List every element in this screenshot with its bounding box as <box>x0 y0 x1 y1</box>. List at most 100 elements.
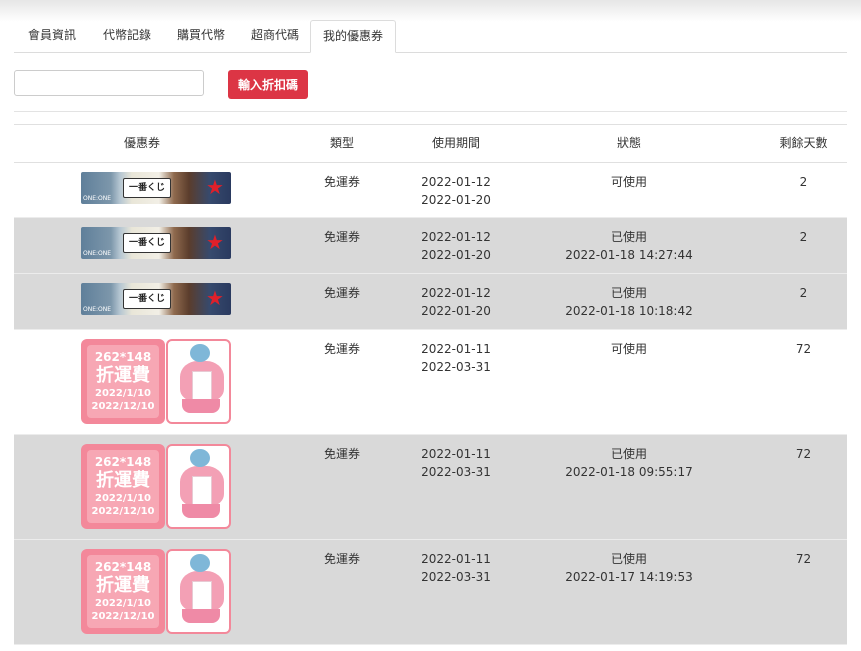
tab-bar: 會員資訊 代幣記錄 購買代幣 超商代碼 我的優惠券 <box>14 20 847 53</box>
used-at: 2022-01-18 14:27:44 <box>565 248 693 262</box>
tab-token-records[interactable]: 代幣記錄 <box>90 20 164 51</box>
coupon-cell: ONE:ONE 一番くじ ★ <box>14 218 270 273</box>
type-cell: 免運券 <box>323 342 360 356</box>
figure-image <box>166 444 231 529</box>
header-period: 使用期間 <box>431 136 480 150</box>
period-cell: 2022-01-12 2022-01-20 <box>414 284 498 320</box>
days-left-cell: 72 <box>795 342 812 356</box>
coupon-cell: ONE:ONE 一番くじ ★ <box>14 163 270 217</box>
period-start: 2022-01-12 <box>421 230 491 244</box>
type-cell: 免運券 <box>323 286 360 300</box>
tab-member-info[interactable]: 會員資訊 <box>14 20 90 51</box>
status-text: 可使用 <box>610 175 647 189</box>
coupon-banner-brand: ONE:ONE <box>83 250 112 257</box>
period-start: 2022-01-11 <box>421 552 491 566</box>
top-shadow <box>0 0 861 22</box>
coupon-shipping-image: 262*148 折運費 2022/1/10 2022/12/10 <box>81 444 165 529</box>
coupon-banner-image: ONE:ONE 一番くじ ★ <box>81 283 231 315</box>
period-cell: 2022-01-12 2022-01-20 <box>414 228 498 264</box>
table-row: ONE:ONE 一番くじ ★ 免運券 2022-01-12 2022-01-20 已使用 20… <box>14 274 847 330</box>
period-cell: 2022-01-11 2022-03-31 <box>414 550 498 586</box>
coupon-banner-brand: ONE:ONE <box>83 306 112 313</box>
type-cell: 免運券 <box>323 230 360 244</box>
status-text: 可使用 <box>610 342 647 356</box>
period-end: 2022-01-20 <box>421 304 491 318</box>
status-text: 已使用 <box>610 286 647 300</box>
figure-image <box>166 339 231 424</box>
period-end: 2022-03-31 <box>421 570 491 584</box>
period-start: 2022-01-12 <box>421 286 491 300</box>
coupon-shipping-inner: 262*148 折運費 2022/1/10 2022/12/10 <box>87 555 159 628</box>
coupon-to: 2022/12/10 <box>91 506 155 517</box>
days-left-cell: 2 <box>799 286 808 300</box>
table-row: ONE:ONE 一番くじ ★ 免運券 2022-01-12 2022-01-20 可使用 2 <box>14 163 847 218</box>
header-status: 狀態 <box>616 136 641 150</box>
status-text: 已使用 <box>610 447 647 461</box>
days-left-cell: 2 <box>799 175 808 189</box>
used-at: 2022-01-18 10:18:42 <box>565 304 693 318</box>
figure-image <box>166 549 231 634</box>
period-end: 2022-01-20 <box>421 193 491 207</box>
figure-hair <box>190 449 210 467</box>
coupon-table: 優惠券 類型 使用期間 狀態 剩餘天數 ONE:ONE 一番くじ ★ 免運券 2022-… <box>14 124 847 645</box>
period-cell: 2022-01-11 2022-03-31 <box>414 340 498 376</box>
coupon-cell: ONE:ONE 一番くじ ★ <box>14 274 270 329</box>
status-cell: 已使用 2022-01-17 14:19:53 <box>498 550 760 586</box>
coupon-banner-logo: 一番くじ <box>123 178 171 198</box>
type-cell: 免運券 <box>323 552 360 566</box>
coupon-title: 折運費 <box>96 365 150 386</box>
coupon-cell: 262*148 折運費 2022/1/10 2022/12/10 <box>14 435 270 539</box>
status-cell: 可使用 <box>498 173 760 191</box>
table-row: ONE:ONE 一番くじ ★ 免運券 2022-01-12 2022-01-20 已使用 20… <box>14 218 847 274</box>
period-cell: 2022-01-12 2022-01-20 <box>414 173 498 209</box>
figure-hair <box>190 344 210 362</box>
discount-code-input[interactable] <box>14 70 204 96</box>
figure-skirt <box>182 609 220 623</box>
coupon-shipping-image: 262*148 折運費 2022/1/10 2022/12/10 <box>81 339 165 424</box>
status-cell: 已使用 2022-01-18 10:18:42 <box>498 284 760 320</box>
coupon-cell: 262*148 折運費 2022/1/10 2022/12/10 <box>14 540 270 644</box>
coupon-shipping-inner: 262*148 折運費 2022/1/10 2022/12/10 <box>87 450 159 523</box>
star-icon: ★ <box>206 230 224 254</box>
table-row: 262*148 折運費 2022/1/10 2022/12/10 免運券 2022-01-… <box>14 330 847 435</box>
coupon-title: 折運費 <box>96 470 150 491</box>
coupon-shipping-image: 262*148 折運費 2022/1/10 2022/12/10 <box>81 549 165 634</box>
coupon-banner-logo: 一番くじ <box>123 233 171 253</box>
coupon-to: 2022/12/10 <box>91 611 155 622</box>
status-text: 已使用 <box>610 552 647 566</box>
tab-store-code[interactable]: 超商代碼 <box>238 20 312 51</box>
coupon-title: 折運費 <box>96 575 150 596</box>
header-days-left: 剩餘天數 <box>779 136 828 150</box>
status-cell: 已使用 2022-01-18 14:27:44 <box>498 228 760 264</box>
table-header: 優惠券 類型 使用期間 狀態 剩餘天數 <box>14 125 847 163</box>
coupon-size: 262*148 <box>94 455 152 469</box>
used-at: 2022-01-17 14:19:53 <box>565 570 693 584</box>
days-left-cell: 2 <box>799 230 808 244</box>
type-cell: 免運券 <box>323 447 360 461</box>
period-start: 2022-01-11 <box>421 447 491 461</box>
table-row: 262*148 折運費 2022/1/10 2022/12/10 免運券 2022-01-… <box>14 435 847 540</box>
status-cell: 已使用 2022-01-18 09:55:17 <box>498 445 760 481</box>
coupon-banner-logo: 一番くじ <box>123 289 171 309</box>
status-text: 已使用 <box>610 230 647 244</box>
period-end: 2022-01-20 <box>421 248 491 262</box>
coupon-to: 2022/12/10 <box>91 401 155 412</box>
tab-buy-tokens[interactable]: 購買代幣 <box>164 20 238 51</box>
coupon-shipping-inner: 262*148 折運費 2022/1/10 2022/12/10 <box>87 345 159 418</box>
status-cell: 可使用 <box>498 340 760 358</box>
figure-skirt <box>182 504 220 518</box>
enter-discount-code-button[interactable]: 輸入折扣碼 <box>228 70 308 99</box>
tab-my-coupons[interactable]: 我的優惠券 <box>310 20 396 53</box>
header-coupon: 優惠券 <box>123 136 160 150</box>
coupon-banner-image: ONE:ONE 一番くじ ★ <box>81 172 231 204</box>
star-icon: ★ <box>206 286 224 310</box>
divider <box>14 111 847 112</box>
period-end: 2022-03-31 <box>421 465 491 479</box>
figure-hair <box>190 554 210 572</box>
type-cell: 免運券 <box>323 175 360 189</box>
days-left-cell: 72 <box>795 552 812 566</box>
figure-skirt <box>182 399 220 413</box>
star-icon: ★ <box>206 175 224 199</box>
coupon-cell: 262*148 折運費 2022/1/10 2022/12/10 <box>14 330 270 434</box>
days-left-cell: 72 <box>795 447 812 461</box>
